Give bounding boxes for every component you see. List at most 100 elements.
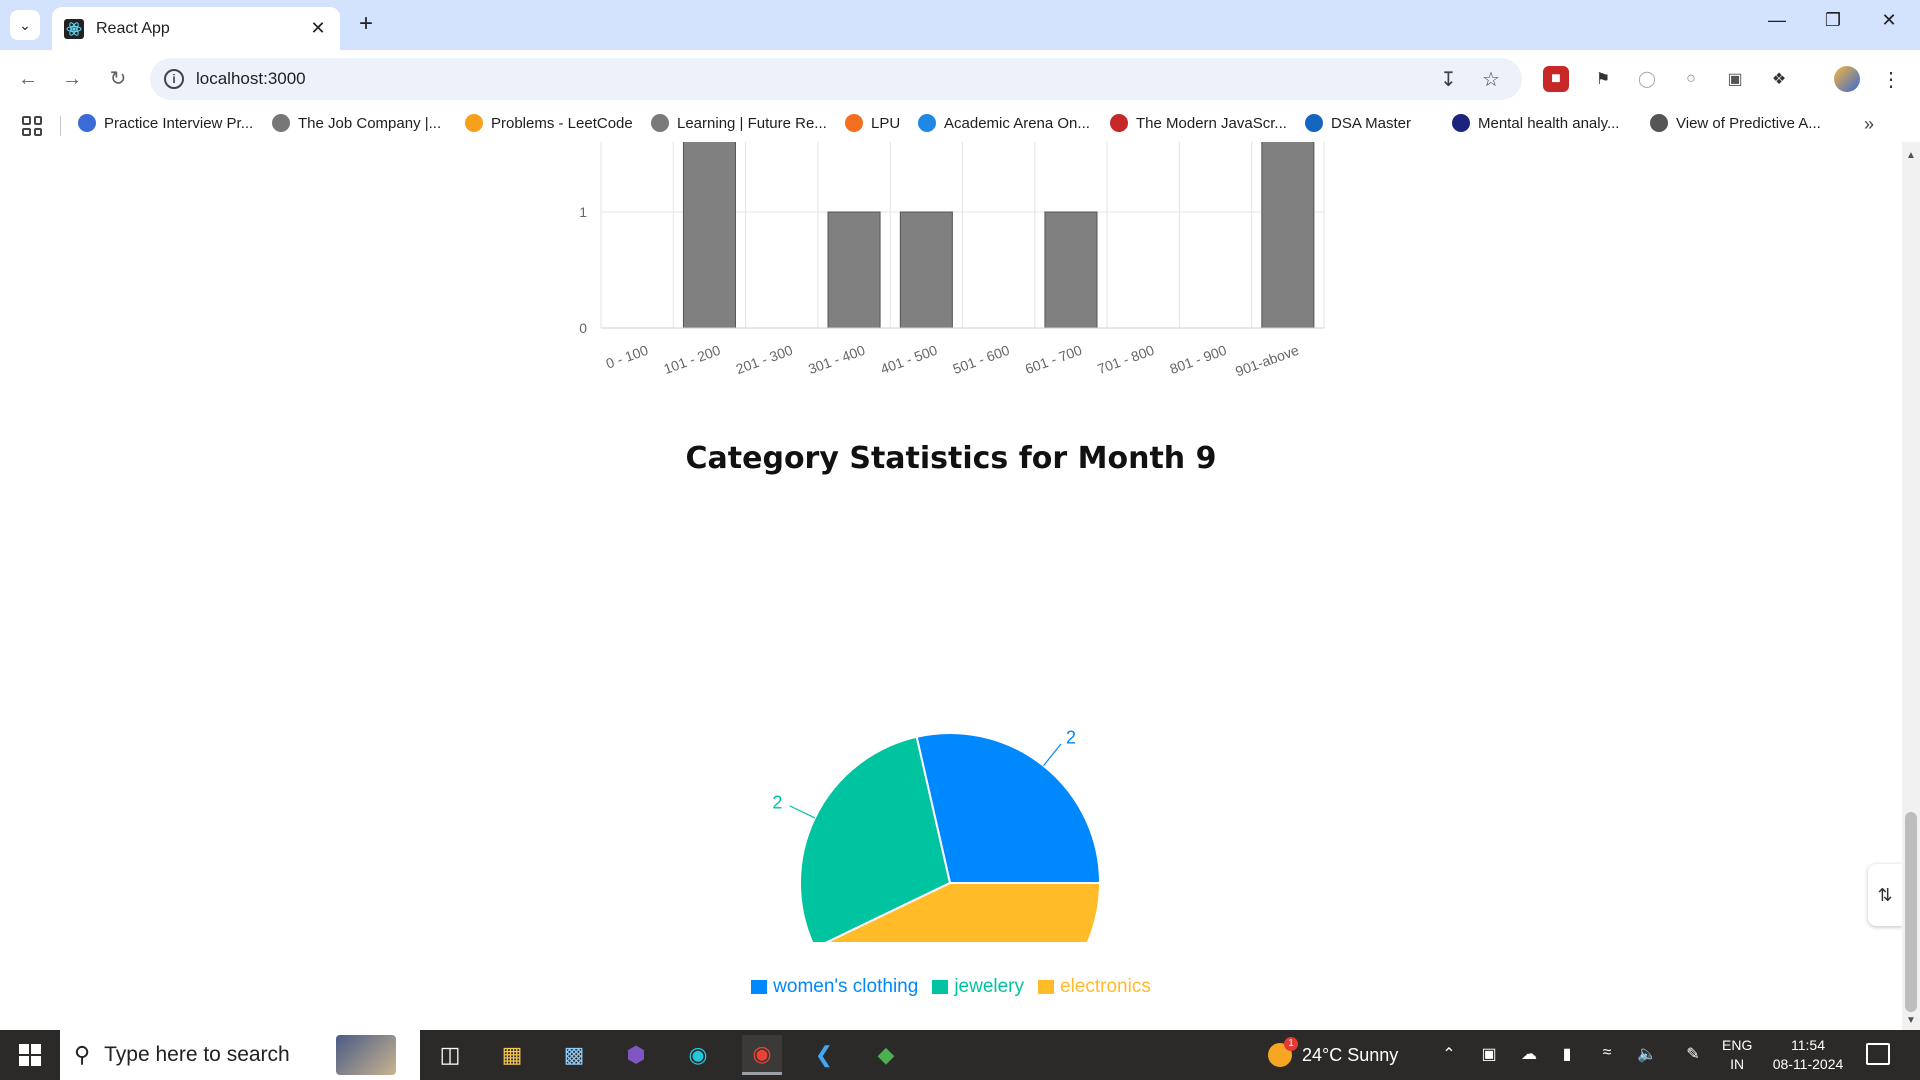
bookmark-favicon-icon: [272, 114, 290, 132]
extension-mouse-icon[interactable]: ○: [1678, 66, 1704, 92]
speaker-icon[interactable]: 🔈: [1636, 1044, 1658, 1064]
new-tab-button[interactable]: +: [354, 12, 378, 36]
restore-icon[interactable]: ❐: [1818, 10, 1848, 31]
page-scrollbar[interactable]: ▲ ▼: [1902, 142, 1920, 1030]
pen-menu-icon[interactable]: ✎: [1682, 1044, 1704, 1064]
taskbar-clock[interactable]: 11:54 08-11-2024: [1770, 1036, 1846, 1074]
show-hidden-icons-chevron-icon[interactable]: ⌃: [1438, 1044, 1460, 1064]
bookmark-item[interactable]: The Modern JavaScr...: [1110, 114, 1287, 132]
chrome-browser-icon[interactable]: ◉: [742, 1035, 782, 1075]
back-arrow-icon[interactable]: ←: [14, 65, 42, 93]
taskbar-search-placeholder: Type here to search: [104, 1043, 290, 1066]
windows-taskbar: ⚲ Type here to search ◫ ▦ ▩ ⬢ ◉ ◉ ❮ ◆ 1 …: [0, 1030, 1920, 1080]
bookmark-favicon-icon: [1110, 114, 1128, 132]
bookmark-favicon-icon: [1650, 114, 1668, 132]
search-highlight-image: [336, 1035, 396, 1075]
bookmark-favicon-icon: [1452, 114, 1470, 132]
scrollbar-thumb[interactable]: [1905, 812, 1917, 1012]
browser-menu-icon[interactable]: ⋮: [1878, 66, 1904, 92]
bookmark-item[interactable]: Learning | Future Re...: [651, 114, 827, 132]
browser-toolbar: ← → ↻ i localhost:3000 ↧ ☆ ■ ⚑ ◯ ○ ▣ ❖ ⋮: [0, 50, 1920, 108]
microsoft-store-icon[interactable]: ▩: [554, 1035, 594, 1075]
bookmark-item[interactable]: DSA Master: [1305, 114, 1411, 132]
meet-now-icon[interactable]: ▣: [1478, 1044, 1500, 1064]
legend-label: jewelery: [954, 976, 1025, 997]
forward-arrow-icon[interactable]: →: [58, 65, 86, 93]
y-tick-label: 1: [579, 204, 587, 220]
tab-title: React App: [96, 19, 170, 37]
bookmark-label: Mental health analy...: [1478, 114, 1620, 132]
file-explorer-icon[interactable]: ▦: [492, 1035, 532, 1075]
more-bookmarks-chevron-icon[interactable]: »: [1864, 114, 1874, 135]
bookmark-item[interactable]: Problems - LeetCode: [465, 114, 633, 132]
bookmark-item[interactable]: Academic Arena On...: [918, 114, 1090, 132]
mongodb-compass-icon[interactable]: ◆: [866, 1035, 906, 1075]
tab-close-icon[interactable]: ✕: [308, 18, 328, 39]
battery-icon[interactable]: ▮: [1556, 1044, 1578, 1064]
page-content: 0 1 0 - 100 101 - 200 201 - 300 301 - 400 401 …: [0, 142, 1902, 1030]
legend-label: electronics: [1060, 976, 1151, 997]
clock-date: 08-11-2024: [1772, 1056, 1844, 1072]
bar: [827, 211, 881, 329]
x-tick-label: 601 - 700: [1023, 342, 1084, 377]
install-app-icon[interactable]: ↧: [1440, 67, 1457, 92]
legend-item[interactable]: jewelery: [932, 976, 1024, 998]
legend-item[interactable]: electronics: [1038, 976, 1151, 998]
bookmark-favicon-icon: [465, 114, 483, 132]
extension-red-icon[interactable]: ■: [1543, 66, 1569, 92]
bookmark-label: Problems - LeetCode: [491, 114, 633, 132]
x-tick-label: 201 - 300: [734, 342, 795, 377]
edge-browser-icon[interactable]: ◉: [678, 1035, 718, 1075]
vscode-icon[interactable]: ❮: [804, 1035, 844, 1075]
reload-icon[interactable]: ↻: [104, 65, 132, 93]
extensions-puzzle-icon[interactable]: ❖: [1766, 66, 1792, 92]
chevron-down-icon: ⌄: [19, 16, 31, 33]
pie-slice-label: 2: [1066, 728, 1076, 748]
weather-badge: 1: [1284, 1037, 1298, 1051]
profile-avatar[interactable]: [1834, 66, 1860, 92]
bookmark-label: The Modern JavaScr...: [1136, 114, 1287, 132]
task-view-icon[interactable]: ◫: [430, 1035, 470, 1075]
bookmark-item[interactable]: The Job Company |...: [272, 114, 441, 132]
bookmark-item[interactable]: Practice Interview Pr...: [78, 114, 253, 132]
apps-grid-icon[interactable]: [22, 116, 42, 136]
extension-puzzle-dark-icon[interactable]: ⚑: [1590, 66, 1616, 92]
bookmark-star-icon[interactable]: ☆: [1482, 67, 1500, 92]
bookmark-item[interactable]: View of Predictive A...: [1650, 114, 1821, 132]
taskbar-search-box[interactable]: ⚲ Type here to search: [60, 1030, 420, 1080]
legend-swatch: [932, 980, 949, 994]
bookmark-item[interactable]: Mental health analy...: [1452, 114, 1619, 132]
site-info-icon[interactable]: i: [164, 69, 184, 89]
x-tick-label: 701 - 800: [1095, 342, 1156, 377]
weather-widget[interactable]: 1 24°C Sunny: [1268, 1030, 1398, 1080]
bookmark-favicon-icon: [1305, 114, 1323, 132]
legend-item[interactable]: women's clothing: [751, 976, 918, 998]
notification-center-icon[interactable]: [1866, 1043, 1890, 1065]
bar: [682, 142, 736, 329]
bookmark-label: Practice Interview Pr...: [104, 114, 254, 132]
scroll-up-arrow-icon[interactable]: ▲: [1906, 150, 1916, 161]
copilot-icon[interactable]: ⬢: [616, 1035, 656, 1075]
bookmark-item[interactable]: LPU: [845, 114, 900, 132]
window-close-icon[interactable]: ✕: [1874, 10, 1904, 31]
extension-circle-icon[interactable]: ◯: [1634, 66, 1660, 92]
onedrive-cloud-icon[interactable]: ☁: [1518, 1044, 1540, 1064]
bar: [1261, 142, 1315, 329]
extension-folder-icon[interactable]: ▣: [1722, 66, 1748, 92]
minimize-icon[interactable]: —: [1762, 10, 1792, 31]
tab-search-dropdown-button[interactable]: ⌄: [10, 10, 40, 40]
active-tab[interactable]: React App ✕: [52, 7, 340, 50]
url-text[interactable]: localhost:3000: [196, 69, 306, 89]
scroll-down-arrow-icon[interactable]: ▼: [1906, 1015, 1916, 1026]
bar: [899, 211, 953, 329]
price-range-bar-chart: 0 1 0 - 100 101 - 200 201 - 300 301 - 400 401 …: [579, 142, 1325, 379]
react-favicon-icon: [64, 18, 84, 39]
windows-start-button[interactable]: [0, 1030, 60, 1080]
wifi-icon[interactable]: ≈: [1596, 1044, 1618, 1062]
address-bar[interactable]: i localhost:3000 ↧ ☆: [150, 58, 1522, 100]
side-panel-toggle-icon[interactable]: ⇅: [1868, 864, 1902, 926]
legend-label: women's clothing: [773, 976, 919, 997]
input-language-indicator[interactable]: ENG IN: [1722, 1036, 1752, 1074]
x-tick-label: 801 - 900: [1168, 342, 1229, 377]
bookmark-label: View of Predictive A...: [1676, 114, 1821, 132]
